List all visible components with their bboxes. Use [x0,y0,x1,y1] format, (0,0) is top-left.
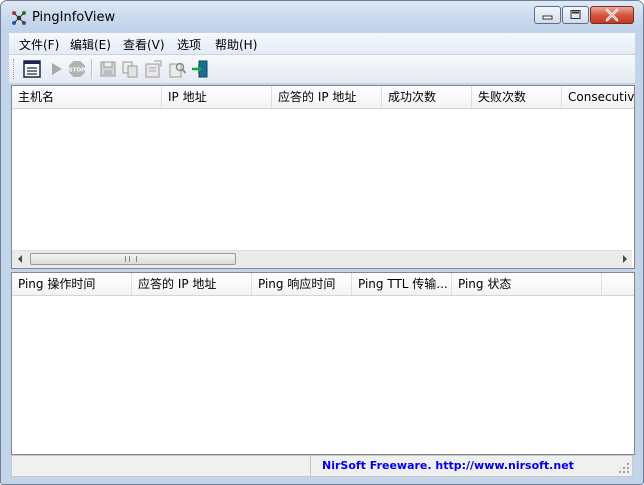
minimize-icon [542,15,553,20]
start-ping-icon[interactable] [45,58,67,80]
find-icon[interactable] [166,58,188,80]
menu-view[interactable]: 查看(V) [123,36,165,53]
stop-ping-icon[interactable]: STOP [66,58,88,80]
column-header-ttl[interactable]: Ping TTL 传输... [352,273,452,295]
maximize-icon [570,10,581,19]
column-header-consecutive[interactable]: Consecutive [562,86,634,108]
column-header-ip-address[interactable]: IP 地址 [162,86,272,108]
column-header-reply-ip[interactable]: 应答的 IP 地址 [132,273,252,295]
menu-bar: 文件(F) 编辑(E) 查看(V) 选项 帮助(H) [9,33,635,55]
maximize-button[interactable] [562,6,589,24]
scrollbar-thumb[interactable] [30,253,236,265]
save-icon[interactable] [97,58,119,80]
ping-history-list[interactable]: Ping 操作时间 应答的 IP 地址 Ping 响应时间 Ping TTL 传… [11,272,635,455]
hosts-list-header: 主机名 IP 地址 应答的 IP 地址 成功次数 失败次数 Consecutiv… [12,86,634,109]
exit-icon[interactable] [189,58,211,80]
hosts-list[interactable]: 主机名 IP 地址 应答的 IP 地址 成功次数 失败次数 Consecutiv… [11,85,635,269]
column-header-succeed-count[interactable]: 成功次数 [382,86,472,108]
column-header-failed-count[interactable]: 失败次数 [472,86,562,108]
scroll-right-arrow-icon[interactable] [620,254,630,264]
menu-file[interactable]: 文件(F) [19,36,59,53]
options-icon[interactable] [21,58,43,80]
window-title: PingInfoView [32,10,116,25]
close-button[interactable] [590,6,634,24]
column-header-response-time[interactable]: Ping 响应时间 [252,273,352,295]
toolbar: STOP [9,55,635,83]
column-header-ping-time[interactable]: Ping 操作时间 [12,273,132,295]
close-icon [605,8,619,22]
main-window: PingInfoView 文件(F) 编辑(E) 查看(V) 选项 帮助(H) [0,0,644,485]
status-cell-count [12,456,311,476]
menu-options[interactable]: 选项 [177,36,201,53]
app-icon [12,11,26,25]
ping-history-header: Ping 操作时间 应答的 IP 地址 Ping 响应时间 Ping TTL 传… [12,273,634,296]
toolbar-grip[interactable] [13,59,17,79]
resize-grip-icon[interactable] [618,462,630,474]
status-bar: NirSoft Freeware. http://www.nirsoft.net [11,455,633,477]
horizontal-scrollbar[interactable] [12,250,632,268]
minimize-button[interactable] [534,6,561,24]
nirsoft-link[interactable]: NirSoft Freeware. http://www.nirsoft.net [322,459,574,472]
column-header-ping-status[interactable]: Ping 状态 [452,273,602,295]
copy-icon[interactable] [119,58,141,80]
toolbar-separator [91,59,93,79]
menu-edit[interactable]: 编辑(E) [70,36,111,53]
svg-text:STOP: STOP [69,68,85,74]
properties-icon[interactable] [142,58,164,80]
scroll-left-arrow-icon[interactable] [15,254,25,264]
title-bar[interactable]: PingInfoView [1,1,643,32]
menu-help[interactable]: 帮助(H) [215,36,257,53]
scrollbar-grip-icon [125,256,137,262]
column-header-reply-ip[interactable]: 应答的 IP 地址 [272,86,382,108]
column-header-hostname[interactable]: 主机名 [12,86,162,108]
